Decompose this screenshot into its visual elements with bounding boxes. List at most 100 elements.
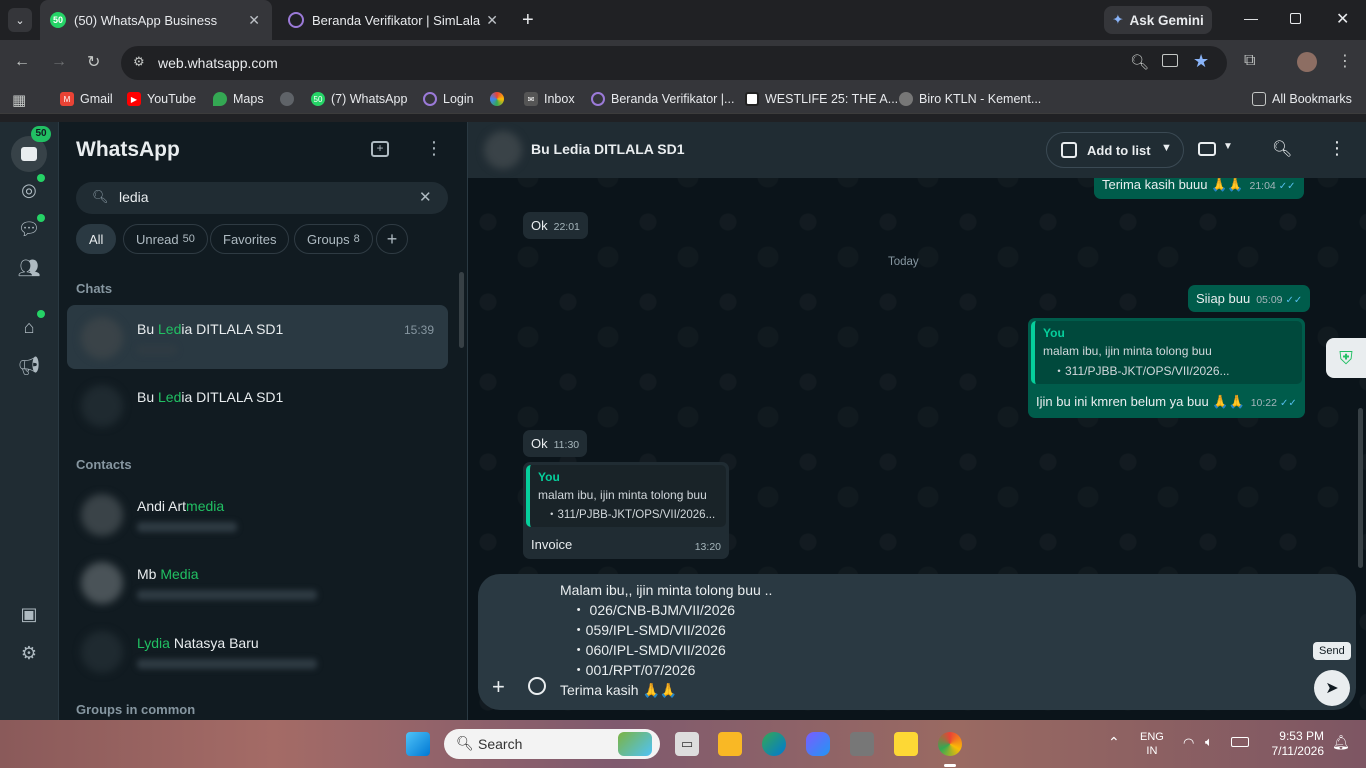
tab-simlala[interactable]: Beranda Verifikator | SimLala ✕: [278, 0, 510, 40]
ask-gemini-button[interactable]: ✦ Ask Gemini: [1104, 6, 1212, 34]
read-ticks-icon: ✓✓: [1279, 398, 1297, 409]
volume-icon[interactable]: 🔈︎: [1205, 734, 1213, 750]
search-highlight-image: [618, 732, 652, 756]
extensions-puzzle-icon[interactable]: ⧉: [1244, 52, 1255, 70]
install-app-icon[interactable]: [1162, 54, 1178, 67]
profile-avatar[interactable]: [1297, 52, 1317, 72]
tab-list-chevron-icon[interactable]: ⌄: [8, 8, 32, 32]
catalog-store-icon[interactable]: ⌂: [17, 315, 41, 339]
avatar[interactable]: [484, 131, 522, 169]
message-out[interactable]: Siiap buu 05:09 ✓✓: [1188, 285, 1311, 312]
menu-kebab-icon[interactable]: ⋮: [425, 138, 443, 159]
site-info-icon[interactable]: ⚙: [133, 54, 145, 70]
address-bar[interactable]: ⚙ web.whatsapp.com 🔍︎ ★: [121, 46, 1227, 80]
video-call-icon[interactable]: [1198, 142, 1216, 156]
tab-whatsapp[interactable]: 50 (50) WhatsApp Business ✕: [40, 0, 272, 40]
wifi-icon[interactable]: ◠: [1183, 735, 1194, 751]
filter-unread[interactable]: Unread 50: [123, 224, 208, 254]
message-out-reply[interactable]: You malam ibu, ijin minta tolong buu ・31…: [1028, 318, 1305, 418]
close-icon[interactable]: ✕: [248, 12, 260, 29]
forward-arrow-icon[interactable]: →: [51, 53, 67, 71]
bookmark-youtube[interactable]: ▶ YouTube: [127, 92, 196, 106]
megaphone-icon[interactable]: 📢︎: [17, 354, 41, 378]
chevron-down-icon[interactable]: ▼: [1223, 141, 1233, 152]
chat-row[interactable]: Bu Ledia DITLALA SD1: [67, 373, 448, 437]
attach-plus-icon[interactable]: +: [492, 674, 505, 700]
chrome-icon[interactable]: [938, 732, 962, 756]
communities-icon[interactable]: 👥︎: [17, 256, 41, 280]
new-tab-plus-icon[interactable]: +: [522, 9, 534, 32]
chat-row[interactable]: Bu Ledia DITLALA SD1 15:39: [67, 305, 448, 369]
filter-all[interactable]: All: [76, 224, 117, 254]
restore-window-icon[interactable]: [1290, 13, 1301, 24]
bookmark-login[interactable]: Login: [423, 92, 474, 106]
contact-row[interactable]: Mb Media: [67, 550, 448, 614]
conversation-menu-icon[interactable]: ⋮: [1328, 138, 1346, 159]
contact-about-blurred: [137, 659, 317, 669]
conversation-scrollbar[interactable]: [1358, 408, 1363, 568]
search-icon[interactable]: 🔍︎: [1272, 139, 1292, 159]
notification-bell-icon[interactable]: 🔔︎: [1332, 734, 1350, 751]
task-view-icon[interactable]: ▭: [675, 732, 699, 756]
sticky-notes-icon[interactable]: [894, 732, 918, 756]
message-in[interactable]: Ok 22:01: [523, 212, 588, 239]
search-value: ledia: [119, 189, 149, 205]
windows-start-icon[interactable]: [406, 732, 430, 756]
sidebar-scrollbar[interactable]: [459, 272, 464, 348]
quoted-message[interactable]: You malam ibu, ijin minta tolong buu ・31…: [1031, 321, 1302, 384]
status-icon[interactable]: ◎: [17, 178, 41, 202]
composer-text[interactable]: Malam ibu,, ijin minta tolong buu .. ・ 0…: [560, 580, 772, 700]
bookmark-maps[interactable]: Maps: [213, 92, 264, 106]
unread-badge: 50: [31, 126, 51, 142]
bookmark-pinwheel[interactable]: [490, 92, 510, 106]
all-bookmarks[interactable]: All Bookmarks: [1252, 92, 1352, 106]
bookmark-star-icon[interactable]: ★: [1193, 51, 1209, 72]
minimize-window-icon[interactable]: —: [1244, 10, 1258, 26]
vault-shield-icon[interactable]: ⛨: [1326, 338, 1366, 378]
camera-icon[interactable]: [850, 732, 874, 756]
taskbar-search-input[interactable]: 🔍︎ Search: [444, 729, 660, 759]
send-button[interactable]: ➤: [1314, 670, 1350, 706]
quoted-message[interactable]: You malam ibu, ijin minta tolong buu ・31…: [526, 465, 726, 527]
contact-row[interactable]: Lydia Natasya Baru: [67, 619, 448, 683]
message-in[interactable]: Ok 11:30: [523, 430, 588, 457]
filter-groups[interactable]: Groups 8: [294, 224, 373, 254]
clear-search-icon[interactable]: ✕: [419, 188, 432, 206]
copilot-icon[interactable]: [806, 732, 830, 756]
clock[interactable]: 9:53 PM 7/11/2026: [1268, 729, 1325, 759]
contact-name[interactable]: Bu Ledia DITLALA SD1: [531, 141, 685, 157]
edge-browser-icon[interactable]: [762, 732, 786, 756]
bookmark-biro[interactable]: Biro KTLN - Kement...: [899, 92, 1041, 106]
add-to-list-button[interactable]: Add to list ▼: [1046, 132, 1184, 168]
bookmark-westlife[interactable]: WESTLIFE 25: THE A...: [745, 92, 898, 106]
apps-grid-icon[interactable]: ▦: [12, 91, 26, 109]
back-arrow-icon[interactable]: ←: [14, 53, 30, 71]
bookmark-inbox[interactable]: ✉ Inbox: [524, 92, 575, 106]
settings-gear-icon[interactable]: ⚙: [17, 641, 41, 665]
contact-row[interactable]: Andi Artmedia: [67, 482, 448, 546]
bookmark-whatsapp[interactable]: 50 (7) WhatsApp: [311, 92, 407, 106]
new-chat-icon[interactable]: +: [371, 141, 389, 157]
reload-icon[interactable]: ↻: [87, 52, 100, 72]
battery-icon[interactable]: [1231, 737, 1249, 747]
message-in-reply[interactable]: You malam ibu, ijin minta tolong buu ・31…: [523, 462, 729, 559]
chevron-up-icon[interactable]: ⌃: [1108, 734, 1120, 751]
close-icon[interactable]: ✕: [486, 12, 498, 29]
zoom-icon[interactable]: 🔍︎: [1130, 53, 1149, 71]
bookmark-gmail[interactable]: M Gmail: [60, 92, 113, 106]
add-filter-button[interactable]: +: [376, 224, 408, 254]
filter-favorites[interactable]: Favorites: [210, 224, 290, 254]
close-window-icon[interactable]: ✕: [1336, 9, 1349, 29]
media-gallery-icon[interactable]: ▣: [17, 602, 41, 626]
bookmark-beranda[interactable]: Beranda Verifikator |...: [591, 92, 734, 106]
emoji-sticker-icon[interactable]: [528, 677, 546, 695]
maps-pin-icon: [213, 92, 227, 106]
gmail-icon: M: [60, 92, 74, 106]
contact-name: Mb Media: [137, 566, 199, 582]
language-indicator[interactable]: ENG IN: [1140, 730, 1164, 758]
kebab-menu-icon[interactable]: ⋮: [1337, 51, 1353, 71]
file-explorer-icon[interactable]: [718, 732, 742, 756]
message-composer[interactable]: Malam ibu,, ijin minta tolong buu .. ・ 0…: [478, 574, 1356, 710]
bookmark-globe[interactable]: [280, 92, 300, 106]
search-input[interactable]: 🔍︎ ledia ✕: [76, 182, 448, 214]
